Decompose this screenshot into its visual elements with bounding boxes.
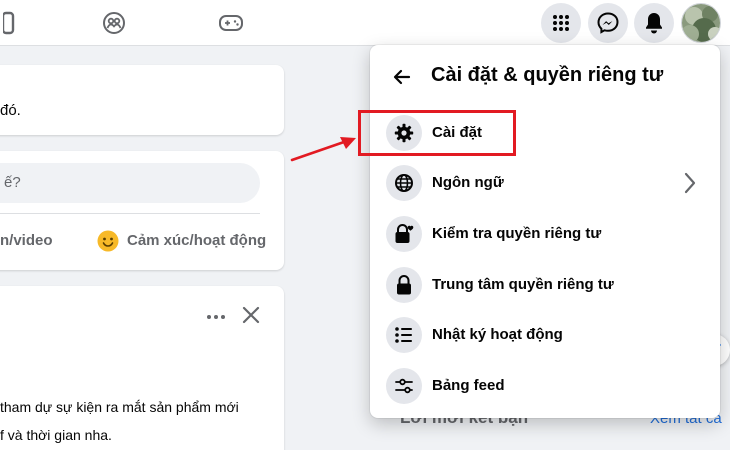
post-text-line: tham dự sự kiện ra mắt sản phẩm mới [0, 399, 239, 415]
more-options-icon[interactable] [206, 310, 226, 322]
menu-item-language[interactable]: Ngôn ngữ [378, 158, 712, 208]
post-composer: ế? n/video Cảm xúc/hoạt động [0, 151, 284, 270]
menu-item-label: Ngôn ngữ [432, 174, 504, 191]
back-button[interactable] [386, 61, 418, 93]
messenger-icon [597, 12, 619, 34]
menu-grid-button[interactable] [541, 3, 581, 43]
lock-icon [386, 267, 422, 303]
gaming-icon[interactable] [217, 9, 245, 37]
globe-icon [386, 165, 422, 201]
arrow-left-icon [393, 69, 411, 85]
home-icon[interactable] [0, 9, 24, 37]
chevron-right-icon [678, 171, 702, 195]
panel-header: Cài đặt & quyền riêng tư [370, 59, 720, 95]
list-icon [386, 317, 422, 353]
feed-post: tham dự sự kiện ra mắt sản phẩm mới f và… [0, 286, 284, 450]
groups-icon[interactable] [100, 9, 128, 37]
grid-icon [553, 15, 569, 31]
menu-item-privacy-center[interactable]: Trung tâm quyền riêng tư [378, 260, 712, 310]
messenger-button[interactable] [588, 3, 628, 43]
settings-privacy-panel: Cài đặt & quyền riêng tư Cài đặt Ngôn ng… [370, 45, 720, 418]
panel-title: Cài đặt & quyền riêng tư [431, 64, 664, 86]
post-text-line: f và thời gian nha. [0, 427, 112, 443]
menu-item-label: Kiểm tra quyền riêng tư [432, 225, 602, 242]
menu-item-label: Bảng feed [432, 377, 505, 394]
card-text: đó. [0, 102, 21, 119]
lock-heart-icon [386, 216, 422, 252]
divider [0, 213, 260, 214]
close-icon[interactable] [241, 305, 261, 325]
feed-card: đó. [0, 65, 284, 135]
notifications-button[interactable] [634, 3, 674, 43]
annotation-arrow-icon [290, 137, 356, 162]
sliders-icon [386, 368, 422, 404]
annotation-highlight-box [358, 110, 516, 156]
menu-item-activity-log[interactable]: Nhật ký hoạt động [378, 310, 712, 360]
composer-input[interactable]: ế? [0, 163, 260, 203]
menu-item-privacy-checkup[interactable]: Kiểm tra quyền riêng tư [378, 209, 712, 259]
profile-avatar[interactable] [681, 3, 721, 43]
feeling-activity-button[interactable]: Cảm xúc/hoạt động [127, 232, 266, 249]
menu-item-feed[interactable]: Bảng feed [378, 361, 712, 411]
top-navigation-bar [0, 0, 730, 46]
menu-item-label: Trung tâm quyền riêng tư [432, 276, 614, 293]
composer-placeholder: ế? [4, 174, 21, 191]
smiley-icon [96, 229, 120, 253]
menu-item-label: Nhật ký hoạt động [432, 326, 563, 343]
photo-video-button[interactable]: n/video [0, 232, 53, 249]
bell-icon [646, 13, 662, 34]
